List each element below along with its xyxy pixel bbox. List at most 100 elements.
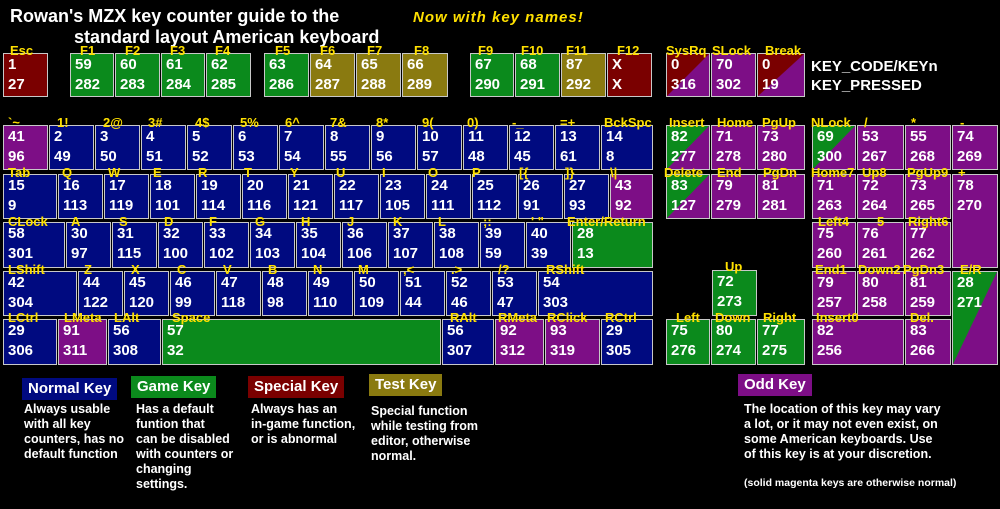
key-pressed: 261 xyxy=(862,245,888,262)
key-55: 72 264 xyxy=(857,174,904,219)
key-21: 6 53 xyxy=(233,125,278,170)
key-name-label: F10 xyxy=(521,43,544,58)
key-code: 60 xyxy=(120,56,137,73)
key-pressed: 307 xyxy=(447,342,473,359)
key-pressed: 311 xyxy=(63,342,88,359)
legend-description-line: with all key xyxy=(24,417,91,431)
key-pressed: 118 xyxy=(221,294,246,311)
key-name-label: ]} xyxy=(565,165,575,180)
key-pressed: 276 xyxy=(671,342,697,359)
legend-game-swatch: Game Key xyxy=(131,376,217,398)
key-name-label: /? xyxy=(498,262,510,277)
key-pressed: 262 xyxy=(910,245,936,262)
key-pressed: 8 xyxy=(606,148,615,165)
key-name-label: .> xyxy=(451,262,463,277)
key-101: 77 275 xyxy=(757,319,805,365)
key-name-label: K xyxy=(393,214,403,229)
key-name-label: Enter/Return xyxy=(567,214,646,229)
key-code: 69 xyxy=(817,128,834,145)
key-pressed: 114 xyxy=(201,197,226,214)
key-code: 41 xyxy=(8,128,25,145)
key-81: 50 109 xyxy=(354,271,399,316)
legend-normal-description: Always usable with all key counters, has n… xyxy=(24,402,124,462)
key-name-label: Del. xyxy=(910,310,934,325)
key-name-label: X xyxy=(131,262,140,277)
key-name-label: Z xyxy=(84,262,92,277)
key-pressed: 265 xyxy=(910,197,936,214)
key-97: 93 319 xyxy=(545,319,600,365)
key-name-label: PgDn xyxy=(763,165,797,180)
key-code: 82 xyxy=(671,128,688,145)
legend-special-description: Always has an in-game function, or is abno… xyxy=(251,402,355,447)
legend-description-line: The location of this key may vary xyxy=(744,402,941,416)
key-name-label: F3 xyxy=(170,43,186,58)
key-pressed: 111 xyxy=(431,197,455,214)
legend-description-line: funtion that xyxy=(136,417,205,431)
key-name-label: End xyxy=(717,165,742,180)
key-pressed: 13 xyxy=(577,245,594,262)
key-43: 21 121 xyxy=(288,174,333,219)
key-pressed: 105 xyxy=(385,197,411,214)
key-code: 23 xyxy=(385,177,402,194)
key-name-label: Right xyxy=(763,310,797,325)
key-32: 73 280 xyxy=(757,125,805,170)
key-18: 3 50 xyxy=(95,125,140,170)
key-name-label: NLock xyxy=(811,115,851,130)
key-pressed: 278 xyxy=(716,148,742,165)
key-name-label: LCtrl xyxy=(8,310,39,325)
key-pressed: 274 xyxy=(716,342,742,359)
key-name-label: F5 xyxy=(275,43,291,58)
key-name-label: / xyxy=(864,115,868,130)
key-code: 55 xyxy=(910,128,927,145)
key-name-label: Q xyxy=(62,165,73,180)
key-pressed: 49 xyxy=(54,148,71,165)
key-name-label: Left xyxy=(676,310,700,325)
key-name-label: PgUp xyxy=(762,115,796,130)
key-4: 62 285 xyxy=(206,53,251,97)
legend-description-line: can be disabled xyxy=(136,432,230,446)
key-pressed: 96 xyxy=(8,148,25,165)
key-pressed: 98 xyxy=(267,294,284,311)
key-name-label: 8* xyxy=(376,115,389,130)
key-name-label: CLock xyxy=(8,214,48,229)
key-pressed: 107 xyxy=(393,245,419,262)
key-name-label: End1 xyxy=(815,262,847,277)
key-37: 15 9 xyxy=(3,174,57,219)
legend-description-line: while testing from xyxy=(371,419,478,433)
info-key-pressed: KEY_PRESSED xyxy=(811,77,922,94)
key-code: 87 xyxy=(566,56,583,73)
key-name-label: RCtrl xyxy=(605,310,637,325)
key-pressed: 269 xyxy=(957,148,983,165)
key-pressed: 57 xyxy=(422,148,439,165)
key-pressed: 306 xyxy=(8,342,34,359)
key-pressed: 55 xyxy=(330,148,347,165)
page-title-line1: Rowan's MZX key counter guide to the xyxy=(10,6,340,26)
key-pressed: 121 xyxy=(293,197,319,214)
key-name-label: RClick xyxy=(547,310,588,325)
key-name-label: LShift xyxy=(8,262,45,277)
key-pressed: 56 xyxy=(376,148,393,165)
key-45: 23 105 xyxy=(380,174,425,219)
key-17: 2 49 xyxy=(49,125,94,170)
legend-test-description: Special function while testing from editor… xyxy=(371,404,478,464)
key-code: 2 xyxy=(54,128,63,145)
key-pressed: 263 xyxy=(817,197,843,214)
key-pressed: 50 xyxy=(100,148,117,165)
key-name-label: ' " xyxy=(531,214,544,229)
key-pressed: 289 xyxy=(407,76,433,93)
key-name-label: J xyxy=(347,214,355,229)
key-47: 25 112 xyxy=(472,174,517,219)
key-36: 74 269 xyxy=(952,125,998,170)
key-31: 71 278 xyxy=(711,125,756,170)
key-pressed: 308 xyxy=(113,342,139,359)
key-name-label: RShift xyxy=(546,262,585,277)
key-name-label: F4 xyxy=(215,43,231,58)
key-name-label: LMeta xyxy=(64,310,102,325)
key-98: 29 305 xyxy=(601,319,653,365)
key-pressed: 302 xyxy=(716,76,742,93)
legend-description-line: Has a default xyxy=(136,402,214,416)
key-91: 29 306 xyxy=(3,319,57,365)
key-name-label: 1! xyxy=(57,115,69,130)
key-3: 61 284 xyxy=(161,53,205,97)
key-pressed: 44 xyxy=(405,294,422,311)
